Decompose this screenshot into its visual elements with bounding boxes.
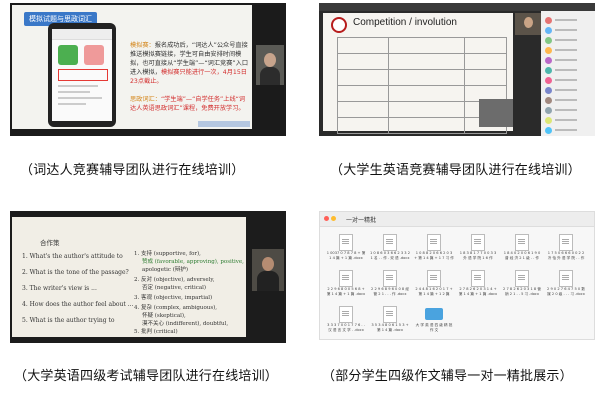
folder-icon	[425, 308, 443, 320]
answer-line: 赞成 (favorable, approving), positive,	[142, 259, 244, 265]
meeting-toolbar	[319, 3, 595, 11]
minimize-icon[interactable]	[331, 216, 336, 221]
question-line: 1. What's the author's attitude to	[22, 253, 123, 260]
participants-panel	[541, 11, 595, 136]
explorer-toolbar: 一对一精批	[320, 212, 594, 227]
question-line: 2. What is the tone of the passage?	[22, 269, 129, 276]
close-icon[interactable]	[324, 216, 329, 221]
para1-label: 模拟赛：	[130, 42, 155, 49]
file-item[interactable]: 1 0037 0 7 8 7 8 + 第 1 4 篇 + 1 篇 .docx	[326, 234, 366, 264]
file-item[interactable]: 2 9 0 2 7 6 4 7 5 0 数 媒 2 0 级 . . . 习 .d…	[546, 270, 586, 300]
caption-1: （词达人竞赛辅导团队进行在线培训）	[20, 163, 245, 178]
file-item[interactable]: 1 0 8 6 0 3 6 6 2 3 3 2 1 名 . . 作 . 双 语 …	[370, 234, 410, 264]
slide: 合作策 1. What's the author's attitude to 2…	[12, 217, 246, 337]
answer-line: 2. 反对 (objective), adversely,	[134, 277, 215, 283]
phone-screen	[52, 29, 112, 121]
presenter-webcam	[256, 45, 284, 85]
file-item[interactable]: 3 3 3 7 0 0 1 7 7 6 . . 汉 语 言 文 学 . .doc…	[326, 306, 366, 336]
file-item[interactable]: 1 8 4 0 2 0 0 6 1 9 0 普 经 济 2 1 级 . . 作 …	[502, 234, 542, 264]
university-emblem-icon	[331, 17, 347, 33]
answer-line: 5. 批判 (critical)	[134, 329, 178, 335]
caption-4: （部分学生四级作文辅导一对一精批展示）	[322, 369, 573, 384]
question-line: 5. What is the author trying to	[22, 317, 115, 324]
presenter-webcam	[515, 13, 541, 35]
screenshot-vocab-training: 模拟试题与思政词汇 模拟赛：报名成功后，“词达人”公众号直接推送模拟赛链接，学生…	[10, 3, 286, 136]
folder-title: 一对一精批	[346, 217, 377, 224]
file-item[interactable]: 2 7 8 2 6 2 0 3 1 8 营 销 2 1 . . 5 习 .doc…	[502, 270, 542, 300]
question-line: 3. The writer's view is ...	[22, 285, 97, 292]
caption-3: （大学英语四级考试辅导团队进行在线培训）	[14, 369, 279, 384]
presenter-webcam	[252, 249, 284, 291]
screenshot-competition-training: Competition / involution	[319, 3, 595, 136]
answer-line: apologetic (辩护)	[142, 267, 189, 273]
answer-line: 漠不关心 (indifferent), doubtful,	[142, 321, 229, 327]
slide: 模拟试题与思政词汇 模拟赛：报名成功后，“词达人”公众号直接推送模拟赛链接，学生…	[12, 5, 252, 129]
left-title: 合作策	[40, 239, 60, 247]
phone-mockup	[48, 23, 116, 127]
answer-line: 4. 复杂 (complex, ambiguous),	[134, 305, 218, 311]
file-item[interactable]: 2 2 9 6 8 0 0 5 6 8 + 第 1 4 篇 + 1 篇 .doc…	[326, 270, 366, 300]
slide-title: Competition / involution	[353, 17, 457, 28]
slide-text: 模拟赛：报名成功后，“词达人”公众号直接推送模拟赛链接，学生可自由安排时间模拟，…	[130, 41, 248, 113]
answer-line: 3. 客观 (objective, impartial)	[134, 295, 213, 301]
screenshot-file-explorer: 一对一精批 1 0037 0 7 8 7 8 + 第 1 4 篇 + 1 篇 .…	[319, 211, 595, 340]
question-line: 4. How does the author feel about ...	[22, 301, 134, 308]
caption-2: （大学生英语竞赛辅导团队进行在线培训）	[330, 163, 581, 178]
file-item[interactable]: 2 7 8 2 6 2 0 3 1 4 + 第 1 4 篇 + 1 篇 .doc…	[458, 270, 498, 300]
folder-item[interactable]: 大 学 英 语 四 级 精 批 作 文	[414, 306, 454, 336]
file-item[interactable]: 1 8 3 8 1 7 7 0 0 3 3 外 语 学 院 1 6 作 .doc…	[458, 234, 498, 264]
screenshot-cet4-training: 合作策 1. What's the author's attitude to 2…	[10, 211, 286, 343]
answer-line: 否定 (negative, critical)	[142, 285, 207, 291]
file-item[interactable]: 1 0 8 8 2 0 6 6 2 0 3 + 第 1 4 篇 + 1 7 习 …	[414, 234, 454, 264]
para2-label: 思政词汇：	[130, 96, 161, 103]
file-item[interactable]: 1 7 5 0 6 6 6 0 0 2 2 冷 怡 外 语 学 院 . . 作 …	[546, 234, 586, 264]
file-item[interactable]: 2 2 9 6 8 9 6 0 0 8 经 管 2 1 . . . 作 .doc…	[370, 270, 410, 300]
file-item[interactable]: 2 4 4 8 1 6 2 0 1 7 + 第 1 4 篇 + 1 2 篇 .d…	[414, 270, 454, 300]
school-logo	[198, 121, 250, 127]
file-item[interactable]: 3 5 3 4 8 0 6 1 5 3 + 第 1 4 篇 .docx	[370, 306, 410, 336]
answer-line: 1. 支持 (supportive, for),	[134, 251, 201, 257]
answer-line: 怀疑 (skeptical),	[142, 313, 186, 319]
video-inset	[479, 99, 513, 127]
